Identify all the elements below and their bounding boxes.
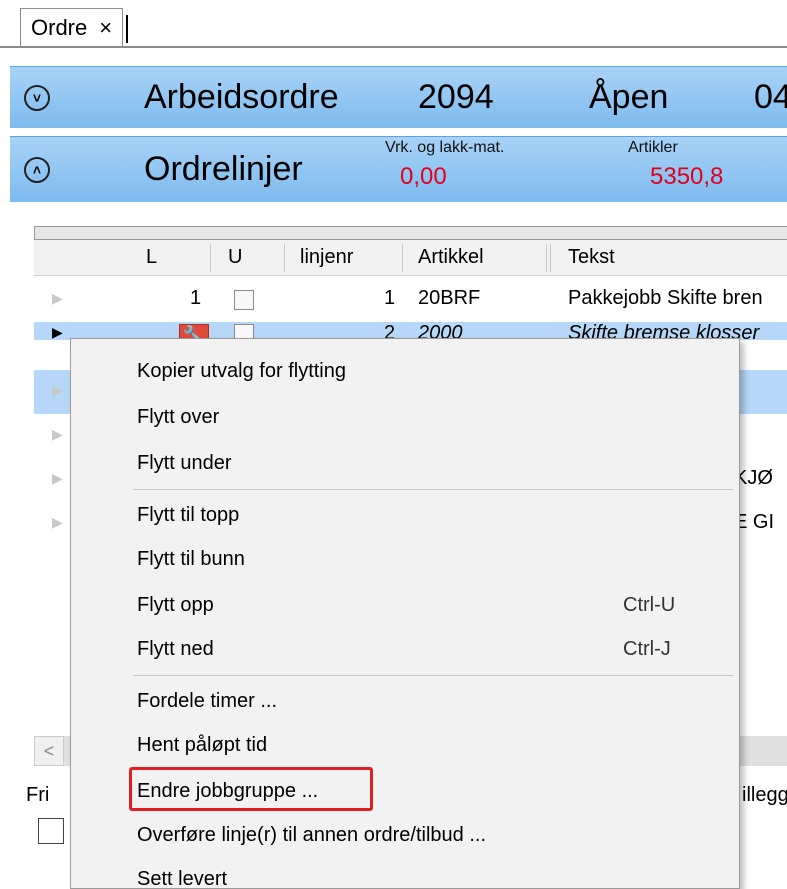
menu-item-kopier-utvalg[interactable]: Kopier utvalg for flytting xyxy=(71,349,739,395)
cell-tekst: Pakkejobb Skifte bren xyxy=(568,287,763,309)
scroll-left-button[interactable]: < xyxy=(34,736,64,766)
expand-icon[interactable]: ˅ xyxy=(24,84,50,111)
sum-articles-label: Artikler xyxy=(628,139,678,156)
tillegg-label: illegg xyxy=(742,784,787,806)
menu-item-flytt-over[interactable]: Flytt over xyxy=(71,395,739,441)
current-row-icon: ▶ xyxy=(52,324,63,340)
row-checkbox-u[interactable] xyxy=(234,290,254,310)
orderlines-header-bar[interactable]: ˄ Ordrelinjer Vrk. og lakk-mat. 0,00 Art… xyxy=(10,136,787,202)
menu-item-sett-levert[interactable]: Sett levert xyxy=(71,857,739,889)
cell-artikkel: 20BRF xyxy=(418,287,481,309)
workorder-number: 2094 xyxy=(418,78,494,116)
menu-item-fordele-timer[interactable]: Fordele timer ... xyxy=(71,679,739,725)
collapse-icon[interactable]: ˄ xyxy=(24,156,50,183)
grid-column-header: L U linjenr Artikkel Tekst xyxy=(34,240,787,276)
menu-item-label: Flytt til bunn xyxy=(137,548,245,570)
row-indicator: ▶ xyxy=(52,470,63,486)
menu-item-label: Kopier utvalg for flytting xyxy=(137,360,346,382)
menu-item-label: Fordele timer ... xyxy=(137,690,278,712)
menu-item-shortcut: Ctrl-J xyxy=(623,638,671,660)
menu-item-flytt-opp[interactable]: Flytt opp Ctrl-U xyxy=(71,583,739,629)
cell-l: 1 xyxy=(190,287,202,309)
menu-item-label: Overføre linje(r) til annen ordre/tilbud… xyxy=(137,824,487,846)
text-caret xyxy=(126,15,129,43)
tab-ordre[interactable]: Ordre × xyxy=(20,8,129,46)
menu-item-label: Flytt til topp xyxy=(137,504,240,526)
workorder-date: 04 xyxy=(754,78,787,116)
workorder-header-bar[interactable]: ˅ Arbeidsordre 2094 Åpen 04 xyxy=(10,66,787,128)
fri-label: Fri xyxy=(26,784,50,806)
column-header-linjenr[interactable]: linjenr xyxy=(300,246,353,269)
close-icon[interactable]: × xyxy=(99,15,112,41)
menu-item-label: Sett levert xyxy=(137,868,228,889)
menu-item-shortcut: Ctrl-U xyxy=(623,594,676,616)
menu-item-flytt-ned[interactable]: Flytt ned Ctrl-J xyxy=(71,627,739,673)
row-indicator: ▶ xyxy=(52,382,63,398)
fri-checkbox[interactable] xyxy=(38,818,64,844)
menu-item-overfore-linjer[interactable]: Overføre linje(r) til annen ordre/tilbud… xyxy=(71,813,739,859)
orderlines-title: Ordrelinjer xyxy=(144,150,303,188)
sum-paint-value: 0,00 xyxy=(400,163,447,190)
column-header-l[interactable]: L xyxy=(146,246,157,269)
document-tabstrip: Ordre × xyxy=(0,0,787,62)
sum-paint-label: Vrk. og lakk-mat. xyxy=(385,139,505,156)
menu-item-flytt-til-bunn[interactable]: Flytt til bunn xyxy=(71,537,739,583)
table-row[interactable]: ▶ 1 1 20BRF Pakkejobb Skifte bren xyxy=(34,278,787,322)
menu-item-hent-palopt-tid[interactable]: Hent påløpt tid xyxy=(71,723,739,769)
context-menu: Kopier utvalg for flytting Flytt over Fl… xyxy=(70,338,740,889)
sum-articles-value: 5350,8 xyxy=(650,163,724,190)
menu-item-flytt-under[interactable]: Flytt under xyxy=(71,441,739,487)
column-header-tekst[interactable]: Tekst xyxy=(568,246,615,269)
row-indicator: ▶ xyxy=(52,290,63,306)
cell-tekst: E GI xyxy=(734,511,775,533)
cell-linjenr: 1 xyxy=(384,287,396,309)
menu-separator xyxy=(133,675,733,676)
grid-top-scrollbar[interactable] xyxy=(34,226,787,240)
menu-item-label: Flytt ned xyxy=(137,638,214,660)
menu-item-flytt-til-topp[interactable]: Flytt til topp xyxy=(71,493,739,539)
menu-item-label: Flytt over xyxy=(137,406,220,428)
menu-separator xyxy=(133,489,733,490)
menu-item-label: Hent påløpt tid xyxy=(137,734,268,756)
tab-label: Ordre xyxy=(31,14,88,40)
column-header-artikkel[interactable]: Artikkel xyxy=(418,246,484,269)
workorder-title: Arbeidsordre xyxy=(144,78,339,116)
workorder-status: Åpen xyxy=(589,78,669,116)
column-header-u[interactable]: U xyxy=(228,246,242,269)
highlight-box xyxy=(129,767,373,811)
tab-divider xyxy=(0,46,787,48)
menu-item-label: Flytt opp xyxy=(137,594,214,616)
row-indicator: ▶ xyxy=(52,426,63,442)
menu-item-label: Flytt under xyxy=(137,452,232,474)
row-indicator: ▶ xyxy=(52,514,63,530)
